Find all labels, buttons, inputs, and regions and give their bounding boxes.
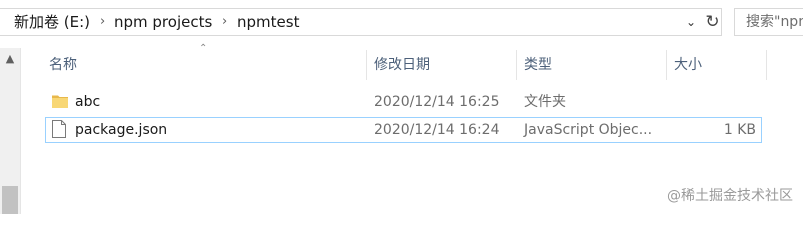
file-name[interactable]: package.json	[75, 118, 167, 142]
breadcrumb-npm-projects[interactable]: npm projects	[114, 12, 212, 32]
file-modified: 2020/12/14 16:25	[374, 94, 500, 110]
file-type: 文件夹	[524, 94, 566, 110]
column-divider[interactable]	[666, 50, 667, 80]
watermark: @稀土掘金技术社区	[667, 188, 793, 204]
breadcrumb-drive[interactable]: 新加卷 (E:)	[14, 12, 90, 32]
column-header-name[interactable]: 名称	[49, 52, 77, 78]
file-name[interactable]: abc	[75, 90, 100, 114]
column-divider[interactable]	[366, 50, 367, 80]
address-bar[interactable]	[0, 8, 722, 36]
search-placeholder: 搜索"npn	[746, 14, 803, 30]
breadcrumb-separator-icon[interactable]: ›	[100, 12, 105, 32]
scrollbar-thumb[interactable]	[2, 186, 18, 214]
file-type: JavaScript Objec...	[524, 122, 653, 138]
folder-icon	[52, 95, 68, 108]
column-divider[interactable]	[766, 50, 767, 80]
file-icon	[52, 120, 66, 138]
sort-ascending-icon: ⌃	[199, 43, 208, 54]
file-modified: 2020/12/14 16:24	[374, 122, 500, 138]
file-size	[674, 90, 756, 114]
pane-divider[interactable]	[20, 48, 21, 214]
file-size: 1 KB	[723, 122, 756, 138]
column-header-type[interactable]: 类型	[524, 52, 552, 78]
chevron-down-icon[interactable]: ⌄	[681, 12, 701, 32]
scroll-up-arrow-icon[interactable]: ▲	[0, 50, 20, 68]
breadcrumb-separator-icon[interactable]: ›	[222, 12, 227, 32]
column-divider[interactable]	[516, 50, 517, 80]
column-header-modified[interactable]: 修改日期	[374, 52, 430, 78]
refresh-icon[interactable]: ↻	[703, 11, 722, 33]
breadcrumb-npmtest[interactable]: npmtest	[237, 12, 299, 32]
column-header-size[interactable]: 大小	[674, 52, 702, 78]
